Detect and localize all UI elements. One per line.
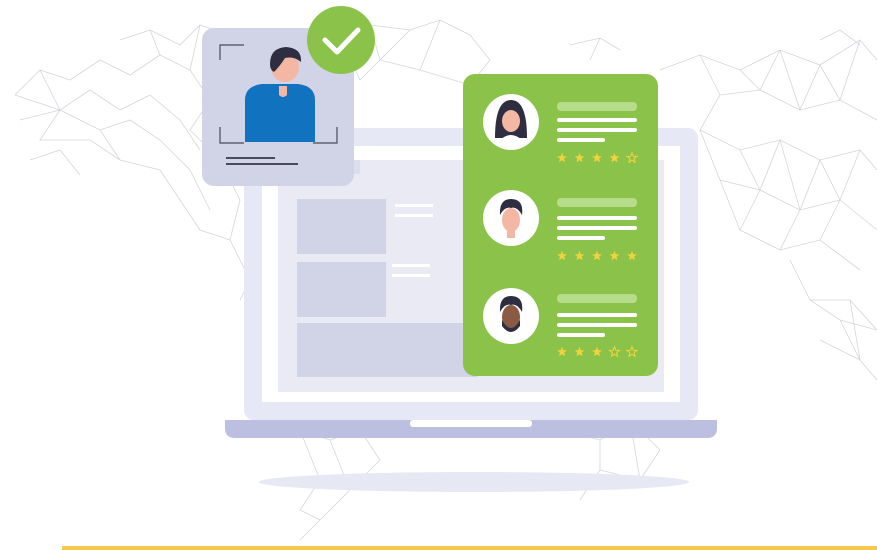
- laptop-shadow: [259, 472, 689, 492]
- content-block-1: [297, 199, 386, 254]
- accent-underline: [62, 546, 877, 550]
- laptop-notch: [410, 420, 532, 427]
- reviews-panel: [463, 74, 658, 376]
- content-block-3: [297, 323, 477, 377]
- check-icon: [307, 6, 375, 74]
- illustration-canvas: [14, 6, 877, 541]
- content-block-2: [297, 262, 386, 317]
- bearded-man-avatar-icon: [499, 296, 523, 332]
